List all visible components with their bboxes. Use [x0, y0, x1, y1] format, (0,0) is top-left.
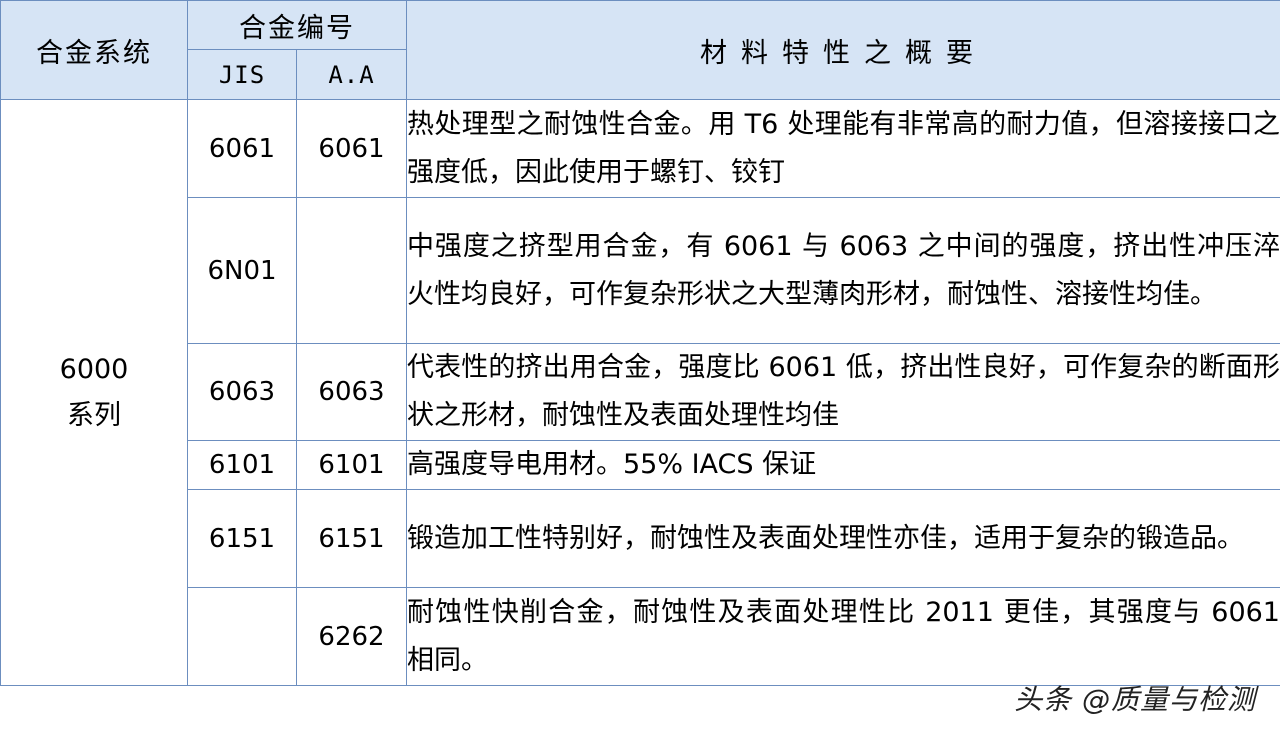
description-cell: 耐蚀性快削合金，耐蚀性及表面处理性比 2011 更佳，其强度与 6061 相同。 — [406, 587, 1280, 686]
header-row: 合金系统 合金编号 材料特性之概要 — [0, 0, 1280, 100]
jis-cell: 6101 — [187, 440, 297, 490]
alloy-properties-table: 合金系统 合金编号 材料特性之概要 JIS A.A 6000 系列 6061 6… — [0, 0, 1280, 686]
table-row: 6N01 中强度之挤型用合金，有 6061 与 6063 之中间的强度，挤出性冲… — [1, 197, 1280, 344]
header-alloy-number: 合金编号 — [187, 0, 407, 50]
aa-cell: 6151 — [296, 489, 407, 588]
jis-cell: 6061 — [187, 99, 297, 198]
description-cell: 代表性的挤出用合金，强度比 6061 低，挤出性良好，可作复杂的断面形状之形材，… — [406, 343, 1280, 441]
source-watermark: 头条 @质量与检测 — [1014, 683, 1256, 716]
header-aa: A.A — [296, 49, 407, 100]
aa-cell: 6262 — [296, 587, 407, 686]
jis-cell: 6N01 — [187, 197, 297, 344]
table-row: 6262 耐蚀性快削合金，耐蚀性及表面处理性比 2011 更佳，其强度与 606… — [1, 587, 1280, 686]
series-number: 6000 — [59, 353, 129, 385]
series-cell: 6000 系列 — [0, 99, 188, 686]
description-cell: 热处理型之耐蚀性合金。用 T6 处理能有非常高的耐力值，但溶接接口之强度低，因此… — [406, 99, 1280, 198]
description-cell: 中强度之挤型用合金，有 6061 与 6063 之中间的强度，挤出性冲压淬火性均… — [406, 197, 1280, 344]
table-row: 6000 系列 6061 6061 热处理型之耐蚀性合金。用 T6 处理能有非常… — [0, 99, 1280, 686]
aa-cell: 6061 — [296, 99, 407, 198]
header-jis: JIS — [187, 49, 297, 100]
aa-cell: 6101 — [296, 440, 407, 490]
description-cell: 高强度导电用材。55% IACS 保证 — [406, 440, 1280, 490]
header-description: 材料特性之概要 — [406, 0, 1280, 100]
header-alloy-system: 合金系统 — [0, 0, 188, 100]
series-label: 系列 — [67, 399, 121, 431]
description-cell: 锻造加工性特别好，耐蚀性及表面处理性亦佳，适用于复杂的锻造品。 — [406, 489, 1280, 588]
jis-cell: 6151 — [187, 489, 297, 588]
table-row: 6063 6063 代表性的挤出用合金，强度比 6061 低，挤出性良好，可作复… — [1, 343, 1280, 441]
aa-cell: 6063 — [296, 343, 407, 441]
aa-cell — [296, 197, 407, 344]
table-row: 6151 6151 锻造加工性特别好，耐蚀性及表面处理性亦佳，适用于复杂的锻造品… — [1, 489, 1280, 588]
jis-cell — [187, 587, 297, 686]
jis-cell: 6063 — [187, 343, 297, 441]
table-row: 6101 6101 高强度导电用材。55% IACS 保证 — [1, 440, 1280, 490]
